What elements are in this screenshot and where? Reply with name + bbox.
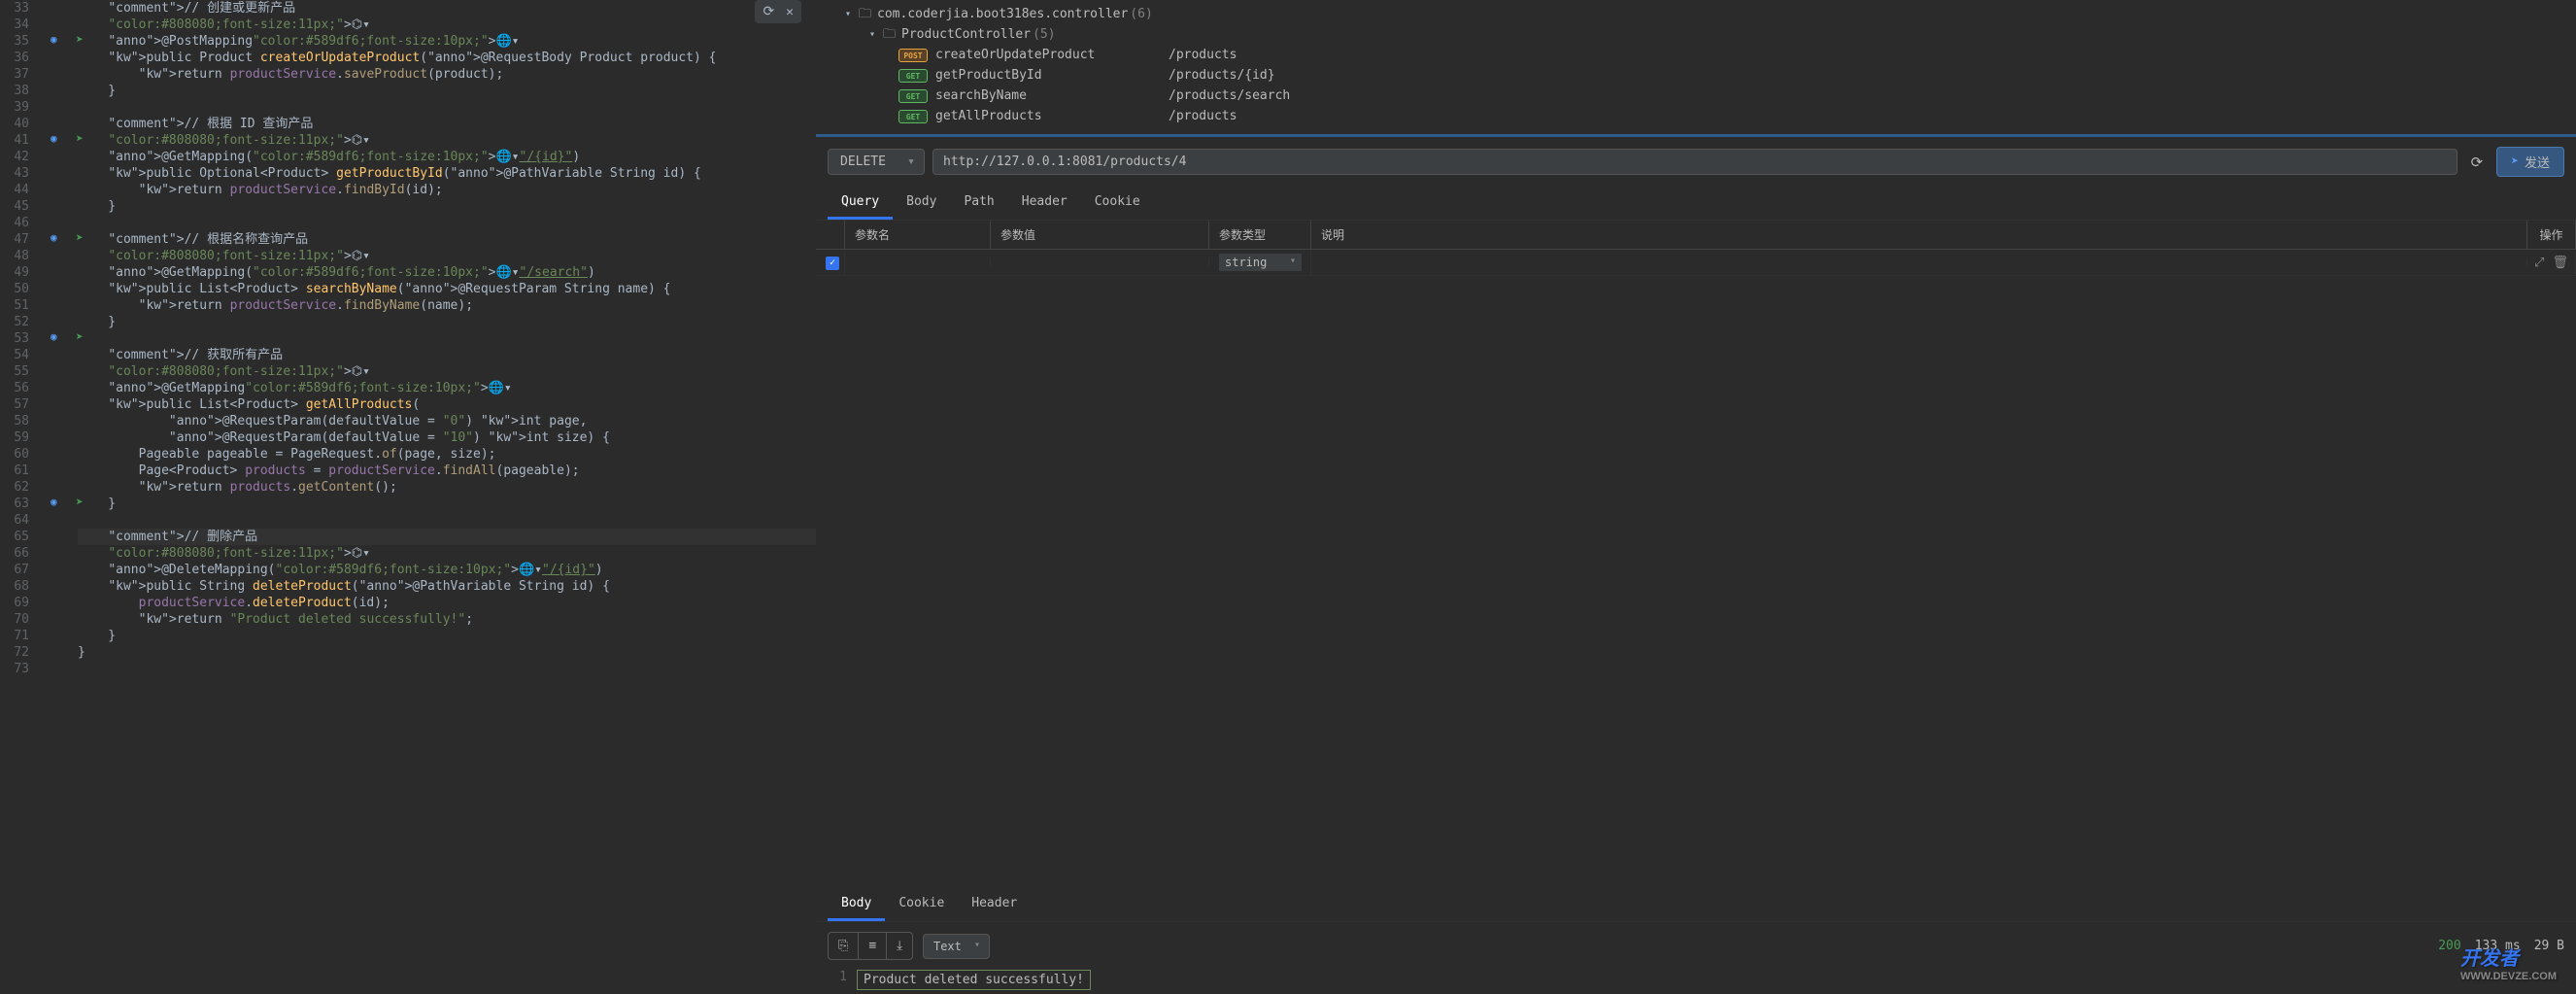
request-tab-path[interactable]: Path bbox=[950, 187, 1007, 220]
tree-controller[interactable]: ▾ 🗀 ProductController (5) bbox=[816, 24, 2576, 45]
delete-icon[interactable]: 🗑 bbox=[2552, 256, 2568, 270]
chevron-down-icon: ▾ bbox=[845, 4, 859, 24]
table-row: ✓ string ⤢ 🗑 bbox=[816, 250, 2576, 276]
endpoint-gutter-icon[interactable]: ◉ bbox=[51, 231, 66, 247]
ai-assist-icon[interactable]: ⟳ bbox=[763, 4, 774, 19]
param-type-select[interactable]: string bbox=[1219, 254, 1302, 271]
col-header-ops: 操作 bbox=[2527, 221, 2576, 249]
endpoint-name: createOrUpdateProduct bbox=[935, 45, 1169, 65]
endpoint-gutter-icon[interactable]: ◉ bbox=[51, 496, 66, 511]
tree-endpoint[interactable]: GET getProductById /products/{id} bbox=[816, 65, 2576, 86]
request-tabs: QueryBodyPathHeaderCookie bbox=[816, 187, 2576, 221]
http-method-badge: GET bbox=[898, 110, 928, 123]
endpoint-path: /products bbox=[1169, 45, 1237, 65]
http-method-select[interactable]: DELETE bbox=[828, 149, 925, 175]
response-toolbar: ⎘ ≡ ⤓ Text 200 133 ms 29 B bbox=[816, 922, 2576, 966]
endpoint-name: getAllProducts bbox=[935, 106, 1169, 126]
ai-toolbar: ⟳ ✕ bbox=[755, 0, 801, 23]
wrap-icon[interactable]: ≡ bbox=[859, 932, 887, 960]
http-method-badge: GET bbox=[898, 69, 928, 83]
folder-icon: 🗀 bbox=[883, 24, 896, 45]
response-tabs: BodyCookieHeader bbox=[816, 888, 2576, 922]
response-tab-body[interactable]: Body bbox=[828, 888, 885, 921]
endpoint-path: /products bbox=[1169, 106, 1237, 126]
folder-icon: 🗀 bbox=[859, 4, 871, 24]
row-checkbox[interactable]: ✓ bbox=[826, 257, 839, 270]
endpoint-name: searchByName bbox=[935, 86, 1169, 106]
endpoint-gutter-icon[interactable]: ◉ bbox=[51, 330, 66, 346]
response-content[interactable]: Product deleted successfully! bbox=[857, 970, 1091, 990]
col-header-type: 参数类型 bbox=[1209, 221, 1311, 249]
response-body: 1 Product deleted successfully! bbox=[816, 966, 2576, 994]
save-icon[interactable]: ⤓ bbox=[887, 932, 913, 960]
send-button[interactable]: ➤ 发送 bbox=[2496, 147, 2564, 177]
endpoint-gutter-icon[interactable]: ◉ bbox=[51, 33, 66, 49]
response-tab-header[interactable]: Header bbox=[958, 888, 1031, 921]
param-value-cell[interactable] bbox=[991, 258, 1209, 266]
format-icon[interactable]: ⎘ bbox=[828, 932, 859, 960]
param-name-cell[interactable] bbox=[845, 258, 991, 266]
params-table: 参数名 参数值 参数类型 说明 操作 ✓ string ⤢ 🗑 bbox=[816, 221, 2576, 276]
response-line-number: 1 bbox=[828, 970, 847, 990]
tree-endpoint[interactable]: GET getAllProducts /products bbox=[816, 106, 2576, 126]
endpoint-name: getProductById bbox=[935, 65, 1169, 86]
send-icon: ➤ bbox=[2511, 154, 2519, 169]
request-tab-cookie[interactable]: Cookie bbox=[1081, 187, 1154, 220]
endpoint-gutter-icon[interactable]: ◉ bbox=[51, 132, 66, 148]
response-format-select[interactable]: Text bbox=[923, 934, 990, 959]
request-tab-body[interactable]: Body bbox=[893, 187, 950, 220]
col-header-name: 参数名 bbox=[845, 221, 991, 249]
status-code: 200 bbox=[2438, 939, 2460, 953]
expand-icon[interactable]: ⤢ bbox=[2534, 256, 2544, 270]
endpoints-tree: ▾ 🗀 com.coderjia.boot318es.controller (6… bbox=[816, 0, 2576, 134]
watermark: 开发者 WWW.DEVZE.COM bbox=[2460, 943, 2557, 982]
http-method-badge: POST bbox=[898, 49, 928, 62]
http-method-badge: GET bbox=[898, 89, 928, 103]
rest-client-panel: ▾ 🗀 com.coderjia.boot318es.controller (6… bbox=[816, 0, 2576, 994]
tree-endpoint[interactable]: GET searchByName /products/search bbox=[816, 86, 2576, 106]
request-tab-header[interactable]: Header bbox=[1008, 187, 1081, 220]
col-header-desc: 说明 bbox=[1311, 221, 2527, 249]
endpoint-path: /products/{id} bbox=[1169, 65, 1275, 86]
response-tab-cookie[interactable]: Cookie bbox=[885, 888, 958, 921]
request-bar: DELETE ⟳ ➤ 发送 bbox=[816, 137, 2576, 187]
col-header-value: 参数值 bbox=[991, 221, 1209, 249]
chevron-down-icon: ▾ bbox=[869, 24, 883, 45]
endpoint-path: /products/search bbox=[1169, 86, 1290, 106]
code-editor[interactable]: 3334353637383940414243444546474849505152… bbox=[0, 0, 816, 994]
close-icon[interactable]: ✕ bbox=[786, 5, 794, 19]
tree-package[interactable]: ▾ 🗀 com.coderjia.boot318es.controller (6… bbox=[816, 4, 2576, 24]
url-input[interactable] bbox=[932, 149, 2457, 175]
history-icon[interactable]: ⟳ bbox=[2465, 148, 2490, 177]
tree-endpoint[interactable]: POST createOrUpdateProduct /products bbox=[816, 45, 2576, 65]
param-desc-cell[interactable] bbox=[1311, 258, 2527, 266]
request-tab-query[interactable]: Query bbox=[828, 187, 893, 220]
